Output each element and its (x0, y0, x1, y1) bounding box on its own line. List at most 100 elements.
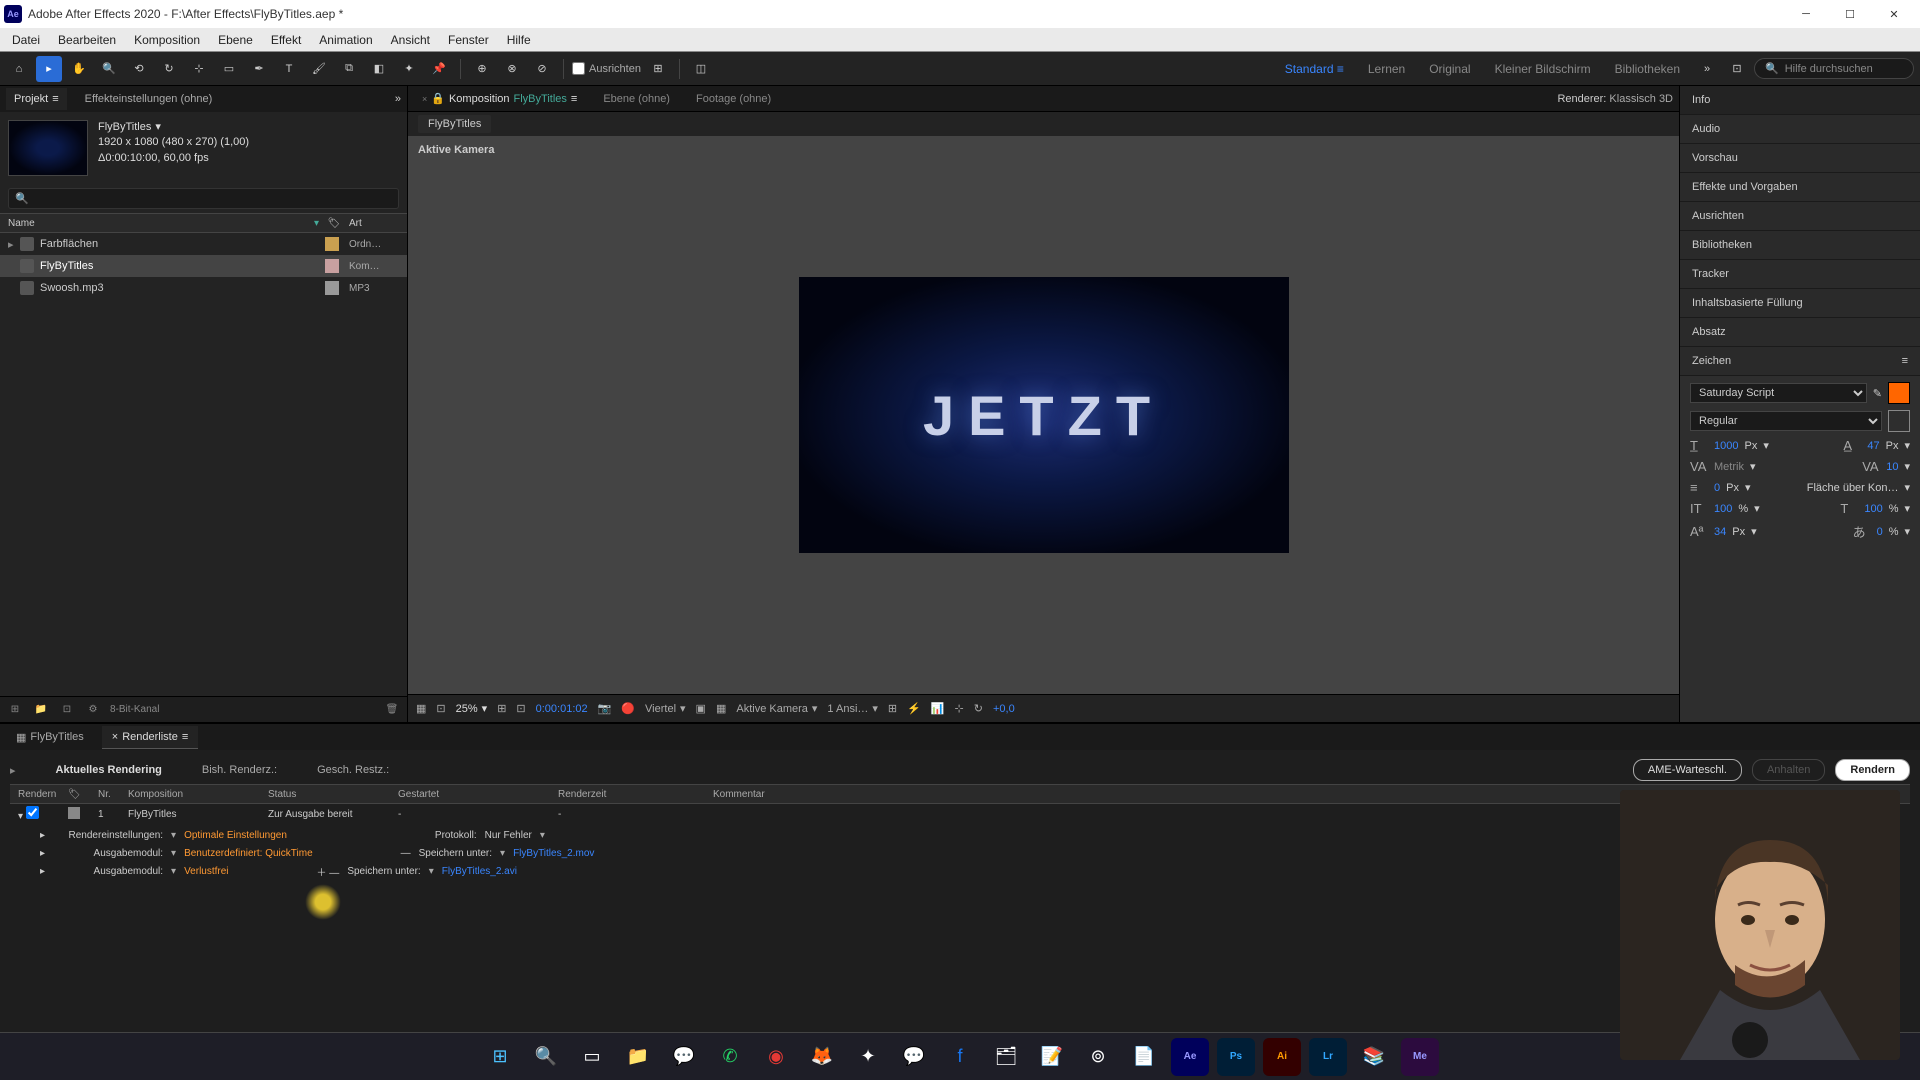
mask-toggle-icon[interactable]: ⊡ (436, 702, 445, 715)
delete-icon[interactable]: 🗑 (383, 701, 401, 719)
stroke-value[interactable]: 0 (1714, 482, 1720, 494)
roi-icon[interactable]: ▣ (696, 702, 706, 715)
row-tag[interactable] (68, 807, 80, 819)
tab-composition[interactable]: × 🔒 Komposition FlyByTitles ≡ (414, 87, 585, 110)
render-settings-link[interactable]: Optimale Einstellungen (184, 830, 287, 841)
font-style-dropdown[interactable]: Regular (1690, 411, 1882, 431)
axis-mode-2-icon[interactable]: ⊗ (499, 56, 525, 82)
start-button[interactable]: ⊞ (481, 1038, 519, 1076)
messenger-icon[interactable]: 💬 (895, 1038, 933, 1076)
eraser-tool[interactable]: ◧ (366, 56, 392, 82)
col-tag[interactable]: 🏷 (60, 789, 90, 800)
minimize-button[interactable]: ─ (1784, 0, 1828, 28)
panel-paragraph[interactable]: Absatz (1680, 318, 1920, 347)
timecode[interactable]: 0:00:01:02 (536, 703, 588, 715)
timeline-icon[interactable]: 📊 (931, 702, 945, 715)
output1-dd-icon[interactable]: ▾ (171, 848, 176, 859)
panel-overflow-icon[interactable]: » (395, 93, 401, 105)
brush-tool[interactable]: 🖌 (306, 56, 332, 82)
snapshot-icon[interactable]: 📷 (598, 702, 612, 715)
menu-hilfe[interactable]: Hilfe (499, 31, 539, 49)
exposure-value[interactable]: +0,0 (993, 703, 1015, 715)
res-full-icon[interactable]: ⊞ (497, 702, 506, 715)
col-status[interactable]: Status (260, 789, 390, 800)
project-row-audio[interactable]: Swoosh.mp3 MP3 (0, 277, 407, 299)
view-dropdown[interactable]: Aktive Kamera ▾ (736, 702, 817, 715)
workspace-overflow-icon[interactable]: » (1694, 56, 1720, 82)
font-family-dropdown[interactable]: Saturday Script (1690, 383, 1867, 403)
save1-dd-icon[interactable]: ▾ (500, 848, 505, 859)
snap-checkbox[interactable]: Ausrichten (572, 62, 641, 75)
workspace-bibliotheken[interactable]: Bibliotheken (1605, 58, 1690, 80)
kerning-value[interactable]: Metrik (1714, 461, 1744, 473)
text-tool[interactable]: T (276, 56, 302, 82)
home-icon[interactable]: ⌂ (6, 56, 32, 82)
obs-icon[interactable]: ⊚ (1079, 1038, 1117, 1076)
menu-ebene[interactable]: Ebene (210, 31, 261, 49)
vscale-value[interactable]: 100 (1714, 503, 1732, 515)
task-view-button[interactable]: ▭ (573, 1038, 611, 1076)
snap-options-icon[interactable]: ⊞ (645, 56, 671, 82)
leading-value[interactable]: 47 (1867, 440, 1879, 452)
ame-queue-button[interactable]: AME-Warteschl. (1633, 759, 1742, 781)
eyedropper-icon[interactable]: ✎ (1873, 387, 1882, 400)
renderer-dropdown[interactable]: Renderer: Klassisch 3D (1557, 93, 1673, 105)
col-tag[interactable]: 🏷 (319, 218, 349, 229)
panel-tracker[interactable]: Tracker (1680, 260, 1920, 289)
panel-info[interactable]: Info (1680, 86, 1920, 115)
workspace-reset-icon[interactable]: ⊡ (1724, 56, 1750, 82)
channel-icon[interactable]: 🔴 (621, 702, 635, 715)
rotate-tool[interactable]: ↻ (156, 56, 182, 82)
after-effects-icon[interactable]: Ae (1171, 1038, 1209, 1076)
baseline-value[interactable]: 34 (1714, 526, 1726, 538)
panel-content-aware[interactable]: Inhaltsbasierte Füllung (1680, 289, 1920, 318)
help-search[interactable]: 🔍 Hilfe durchsuchen (1754, 58, 1914, 79)
menu-fenster[interactable]: Fenster (440, 31, 497, 49)
project-row-comp[interactable]: FlyByTitles Kom… (0, 255, 407, 277)
font-size-value[interactable]: 1000 (1714, 440, 1738, 452)
menu-ansicht[interactable]: Ansicht (383, 31, 438, 49)
breadcrumb-item[interactable]: FlyByTitles (418, 115, 491, 133)
media-encoder-icon[interactable]: Me (1401, 1038, 1439, 1076)
explorer-icon[interactable]: 📁 (619, 1038, 657, 1076)
fill-over-dropdown[interactable]: Fläche über Kon… (1807, 482, 1899, 494)
menu-bearbeiten[interactable]: Bearbeiten (50, 31, 124, 49)
stop-button[interactable]: Anhalten (1752, 759, 1825, 781)
new-comp-icon[interactable]: ⊡ (58, 701, 76, 719)
col-render[interactable]: Rendern (10, 789, 60, 800)
workspace-kleiner[interactable]: Kleiner Bildschirm (1485, 58, 1601, 80)
reset-exp-icon[interactable]: ↻ (974, 702, 983, 715)
col-art[interactable]: Art (349, 218, 399, 229)
expand-settings-icon[interactable]: ▸ (40, 830, 45, 841)
protocol-dd-icon[interactable]: ▾ (540, 830, 545, 841)
expand-output1-icon[interactable]: ▸ (40, 848, 45, 859)
lightroom-icon[interactable]: Lr (1309, 1038, 1347, 1076)
workspace-original[interactable]: Original (1419, 58, 1480, 80)
panel-vorschau[interactable]: Vorschau (1680, 144, 1920, 173)
col-name[interactable]: Name (8, 218, 314, 229)
col-started[interactable]: Gestartet (390, 789, 550, 800)
comp-name-label[interactable]: FlyByTitles (98, 120, 151, 135)
protocol-value[interactable]: Nur Fehler (485, 830, 532, 841)
axis-mode-3-icon[interactable]: ⊘ (529, 56, 555, 82)
project-search[interactable]: 🔍 (8, 188, 399, 209)
views-count-dropdown[interactable]: 1 Ansi… ▾ (827, 702, 878, 715)
files-icon[interactable]: 🗂 (987, 1038, 1025, 1076)
panel-align[interactable]: Ausrichten (1680, 202, 1920, 231)
roto-tool[interactable]: ✦ (396, 56, 422, 82)
menu-effekt[interactable]: Effekt (263, 31, 309, 49)
workspace-standard[interactable]: Standard ≡ (1275, 58, 1354, 80)
tab-layer[interactable]: Ebene (ohne) (595, 88, 678, 110)
transparency-grid-icon[interactable]: ▦ (716, 702, 726, 715)
app-icon-2[interactable]: ✦ (849, 1038, 887, 1076)
rectangle-tool[interactable]: ▭ (216, 56, 242, 82)
clone-tool[interactable]: ⧉ (336, 56, 362, 82)
menu-animation[interactable]: Animation (311, 31, 380, 49)
workspace-lernen[interactable]: Lernen (1358, 58, 1415, 80)
app-icon-3[interactable]: 📚 (1355, 1038, 1393, 1076)
tab-render-queue[interactable]: × Renderliste ≡ (102, 726, 199, 749)
panel-audio[interactable]: Audio (1680, 115, 1920, 144)
chevron-down-icon[interactable]: ▾ (155, 120, 161, 135)
zoom-dropdown[interactable]: 25% ▾ (456, 702, 488, 715)
menu-datei[interactable]: Datei (4, 31, 48, 49)
